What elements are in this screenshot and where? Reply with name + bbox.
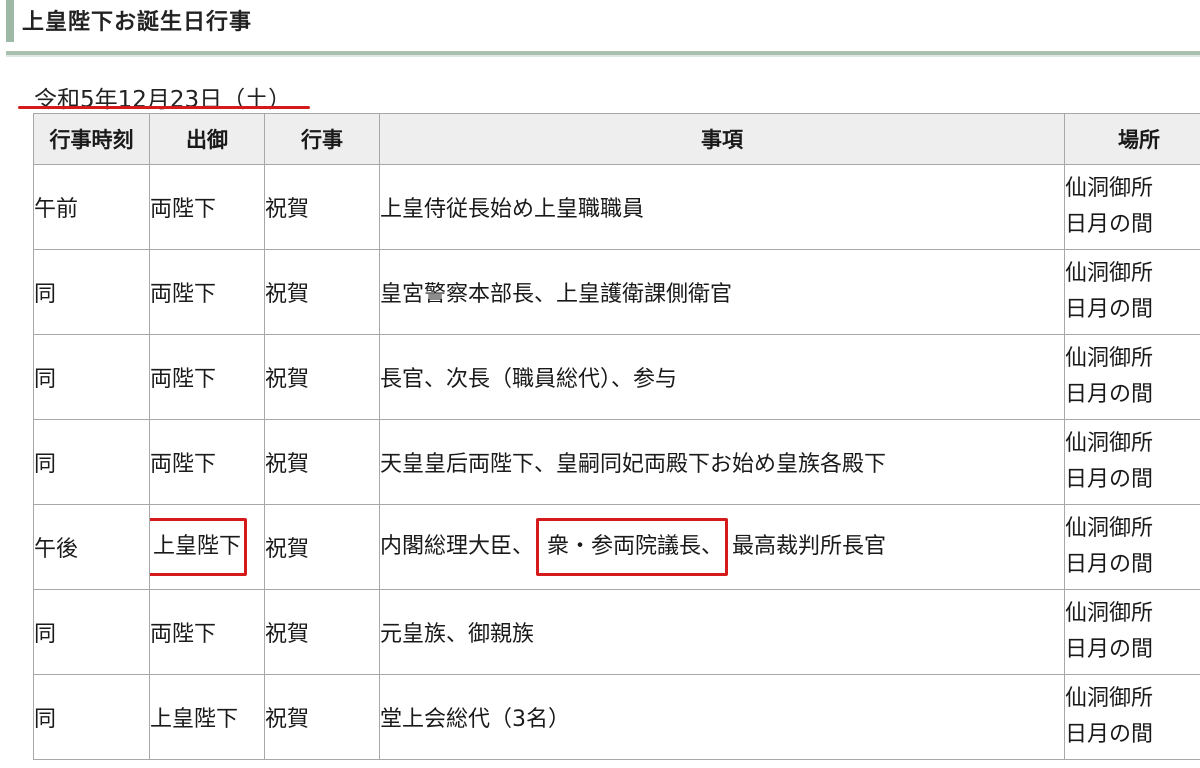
section-title: 上皇陛下お誕生日行事 <box>22 10 253 35</box>
cell-attendance: 両陛下 <box>149 164 265 250</box>
table-row: 同 両陛下 祝賀 長官、次長（職員総代）、参与 仙洞御所 日月の間 <box>33 334 1200 420</box>
place-room: 日月の間 <box>1065 722 1154 747</box>
cell-place: 仙洞御所 日月の間 <box>1064 674 1200 760</box>
cell-place: 仙洞御所 日月の間 <box>1064 249 1200 335</box>
header-event: 行事 <box>264 113 380 165</box>
cell-item: 堂上会総代（3名） <box>379 674 1065 760</box>
place-building: 仙洞御所 <box>1065 601 1154 626</box>
cell-time: 同 <box>33 674 150 760</box>
table-row: 同 両陛下 祝賀 元皇族、御親族 仙洞御所 日月の間 <box>33 589 1200 675</box>
cell-item: 天皇皇后両陛下、皇嗣同妃両殿下お始め皇族各殿下 <box>379 419 1065 505</box>
date-red-underline <box>18 106 310 109</box>
cell-event: 祝賀 <box>264 249 380 335</box>
attendance-highlight-box: 上皇陛下 <box>150 518 248 576</box>
cell-place: 仙洞御所 日月の間 <box>1064 589 1200 675</box>
place-room: 日月の間 <box>1065 637 1154 662</box>
cell-item: 元皇族、御親族 <box>379 589 1065 675</box>
table-row: 午前 両陛下 祝賀 上皇侍従長始め上皇職職員 仙洞御所 日月の間 <box>33 164 1200 250</box>
cell-attendance: 両陛下 <box>149 249 265 335</box>
header-time: 行事時刻 <box>33 113 150 165</box>
cell-attendance: 上皇陛下 <box>149 504 265 590</box>
heading-accent-bar <box>6 0 14 42</box>
place-building: 仙洞御所 <box>1065 261 1154 286</box>
cell-event: 祝賀 <box>264 419 380 505</box>
cell-time: 午前 <box>33 164 150 250</box>
place-room: 日月の間 <box>1065 467 1154 492</box>
cell-event: 祝賀 <box>264 589 380 675</box>
header-place: 場所 <box>1064 113 1200 165</box>
cell-place: 仙洞御所 日月の間 <box>1064 504 1200 590</box>
cell-place: 仙洞御所 日月の間 <box>1064 334 1200 420</box>
place-building: 仙洞御所 <box>1065 686 1154 711</box>
cell-item: 皇宮警察本部長、上皇護衛課側衛官 <box>379 249 1065 335</box>
item-text: 内閣総理大臣、 <box>380 534 535 559</box>
table-row: 同 両陛下 祝賀 天皇皇后両陛下、皇嗣同妃両殿下お始め皇族各殿下 仙洞御所 日月… <box>33 419 1200 505</box>
table-row: 同 上皇陛下 祝賀 堂上会総代（3名） 仙洞御所 日月の間 <box>33 674 1200 760</box>
cell-item: 内閣総理大臣、 衆・参両院議長、 最高裁判所長官 <box>379 504 1065 590</box>
cell-event: 祝賀 <box>264 334 380 420</box>
table-header-row: 行事時刻 出御 行事 事項 場所 <box>33 113 1200 165</box>
place-building: 仙洞御所 <box>1065 346 1154 371</box>
cell-attendance: 両陛下 <box>149 589 265 675</box>
cell-attendance: 両陛下 <box>149 334 265 420</box>
cell-attendance: 上皇陛下 <box>149 674 265 760</box>
place-building: 仙洞御所 <box>1065 176 1154 201</box>
cell-event: 祝賀 <box>264 164 380 250</box>
cell-place: 仙洞御所 日月の間 <box>1064 164 1200 250</box>
place-room: 日月の間 <box>1065 552 1154 577</box>
table-row-highlighted: 午後 上皇陛下 祝賀 内閣総理大臣、 衆・参両院議長、 最高裁判所長官 仙洞御所 日… <box>33 504 1200 590</box>
cell-time: 午後 <box>33 504 150 590</box>
header-attendance: 出御 <box>149 113 265 165</box>
cell-place: 仙洞御所 日月の間 <box>1064 419 1200 505</box>
cell-attendance: 両陛下 <box>149 419 265 505</box>
cell-time: 同 <box>33 589 150 675</box>
schedule-table: 行事時刻 出御 行事 事項 場所 午前 両陛下 祝賀 上皇侍従長始め上皇職職員 … <box>33 113 1200 760</box>
place-building: 仙洞御所 <box>1065 516 1154 541</box>
cell-time: 同 <box>33 334 150 420</box>
cell-item: 長官、次長（職員総代）、参与 <box>379 334 1065 420</box>
item-highlight-box: 衆・参両院議長、 <box>536 518 729 576</box>
place-room: 日月の間 <box>1065 297 1154 322</box>
header-item: 事項 <box>379 113 1065 165</box>
place-room: 日月の間 <box>1065 212 1154 237</box>
cell-time: 同 <box>33 249 150 335</box>
table-row: 同 両陛下 祝賀 皇宮警察本部長、上皇護衛課側衛官 仙洞御所 日月の間 <box>33 249 1200 335</box>
page: 上皇陛下お誕生日行事 令和5年12月23日（土） 行事時刻 出御 行事 事項 場… <box>0 0 1200 768</box>
cell-item: 上皇侍従長始め上皇職職員 <box>379 164 1065 250</box>
cell-time: 同 <box>33 419 150 505</box>
item-text-after: 最高裁判所長官 <box>732 534 887 559</box>
place-building: 仙洞御所 <box>1065 431 1154 456</box>
heading-divider-shadow <box>6 55 1200 57</box>
cell-event: 祝賀 <box>264 504 380 590</box>
place-room: 日月の間 <box>1065 382 1154 407</box>
cell-event: 祝賀 <box>264 674 380 760</box>
